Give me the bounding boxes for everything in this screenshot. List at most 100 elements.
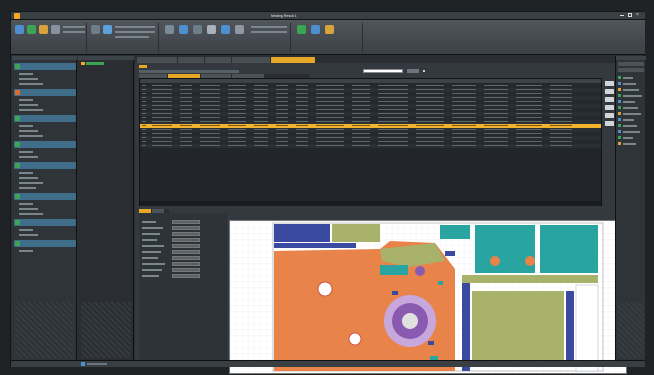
sidebar-section-header[interactable] (14, 219, 76, 226)
property-value[interactable] (172, 262, 200, 266)
sidebar-item[interactable] (18, 98, 58, 102)
nest-icon[interactable] (15, 25, 24, 34)
sidebar-item[interactable] (18, 77, 58, 81)
right-panel-item[interactable] (618, 112, 644, 116)
right-panel-item[interactable] (618, 76, 644, 80)
run-icon[interactable] (27, 25, 36, 34)
sidebar-item[interactable] (18, 212, 58, 216)
doc-tab[interactable] (137, 57, 177, 63)
property-label (142, 263, 165, 265)
ribbon-option[interactable] (115, 26, 155, 28)
doc-tab[interactable] (205, 57, 231, 63)
property-value[interactable] (172, 250, 200, 254)
ribbon-option[interactable] (63, 26, 85, 28)
side-button[interactable] (605, 113, 614, 118)
property-value[interactable] (172, 268, 200, 272)
sidebar-section-header[interactable] (14, 193, 76, 200)
filter-checkbox[interactable] (423, 70, 425, 72)
align-icon[interactable] (207, 25, 216, 34)
sidebar-item[interactable] (18, 155, 58, 159)
sidebar-section-header[interactable] (14, 89, 76, 96)
right-panel-item[interactable] (618, 124, 644, 128)
sidebar-item[interactable] (18, 207, 58, 211)
search-input[interactable] (363, 69, 403, 73)
property-value[interactable] (172, 220, 200, 224)
side-button[interactable] (605, 81, 614, 86)
property-value[interactable] (172, 256, 200, 260)
sidebar-section-header[interactable] (14, 162, 76, 169)
sidebar-item[interactable] (18, 134, 58, 138)
ribbon-option[interactable] (115, 31, 155, 33)
right-panel-item[interactable] (618, 142, 644, 146)
property-value[interactable] (172, 226, 200, 230)
sidebar-section-header[interactable] (14, 141, 76, 148)
property-value[interactable] (172, 274, 200, 278)
search-button[interactable] (407, 69, 419, 73)
sidebar-item[interactable] (18, 129, 58, 133)
rotate-icon[interactable] (179, 25, 188, 34)
sidebar-item-label (19, 234, 38, 236)
mirror-icon[interactable] (193, 25, 202, 34)
sidebar-item[interactable] (18, 103, 58, 107)
right-panel-item[interactable] (618, 82, 644, 86)
side-button[interactable] (605, 105, 614, 110)
doc-tab[interactable] (232, 57, 270, 63)
sidebar-item[interactable] (18, 228, 58, 232)
sidebar-item[interactable] (18, 176, 58, 180)
ribbon-option[interactable] (63, 31, 85, 33)
sidebar-item[interactable] (18, 186, 58, 190)
sidebar-item[interactable] (18, 171, 58, 175)
help-icon[interactable] (325, 25, 334, 34)
sidebar-item[interactable] (18, 124, 58, 128)
sidebar-item[interactable] (18, 233, 58, 237)
sidebar-section-header[interactable] (14, 115, 76, 122)
zoom-icon[interactable] (103, 25, 112, 34)
side-button[interactable] (605, 89, 614, 94)
print-icon[interactable] (51, 25, 60, 34)
sidebar-item[interactable] (18, 150, 58, 154)
doc-tab-active[interactable] (271, 57, 315, 63)
right-dropdown[interactable] (618, 62, 644, 66)
side-button[interactable] (605, 97, 614, 102)
folder-icon[interactable] (81, 62, 85, 65)
right-panel-item[interactable] (618, 88, 644, 92)
close-icon[interactable]: × (636, 13, 641, 18)
right-panel-item[interactable] (618, 136, 644, 140)
right-panel-item[interactable] (618, 94, 644, 98)
sidebar-item[interactable] (18, 108, 58, 112)
right-dropdown[interactable] (618, 68, 644, 72)
tool-icon[interactable] (165, 25, 174, 34)
ribbon-option[interactable] (251, 31, 287, 33)
property-value[interactable] (172, 232, 200, 236)
sidebar-item[interactable] (18, 249, 58, 253)
right-panel-item[interactable] (618, 118, 644, 122)
sidebar-item[interactable] (18, 202, 58, 206)
sidebar-item[interactable] (18, 181, 58, 185)
ribbon-option[interactable] (251, 26, 287, 28)
table-row[interactable] (140, 144, 601, 148)
sidebar-item[interactable] (18, 72, 58, 76)
sidebar-item[interactable] (18, 82, 58, 86)
sidebar-section-header[interactable] (14, 63, 76, 70)
property-value[interactable] (172, 244, 200, 248)
settings-icon[interactable] (311, 25, 320, 34)
sidebar-section-header[interactable] (14, 240, 76, 247)
export-icon[interactable] (39, 25, 48, 34)
maximize-icon[interactable] (628, 13, 632, 17)
doc-tab[interactable] (178, 57, 204, 63)
ribbon-option[interactable] (115, 36, 149, 38)
minimize-icon[interactable] (620, 15, 624, 16)
right-panel-item[interactable] (618, 130, 644, 134)
right-panel-item[interactable] (618, 100, 644, 104)
nesting-preview[interactable] (229, 220, 627, 374)
table-cell (180, 117, 192, 119)
side-button[interactable] (605, 121, 614, 126)
delete-icon[interactable] (235, 25, 244, 34)
move-icon[interactable] (221, 25, 230, 34)
layout-icon[interactable] (91, 25, 100, 34)
report-icon[interactable] (297, 25, 306, 34)
property-value[interactable] (172, 238, 200, 242)
nav-tree-item-selected[interactable] (86, 62, 104, 65)
table-cell (152, 89, 172, 91)
right-panel-item[interactable] (618, 106, 644, 110)
